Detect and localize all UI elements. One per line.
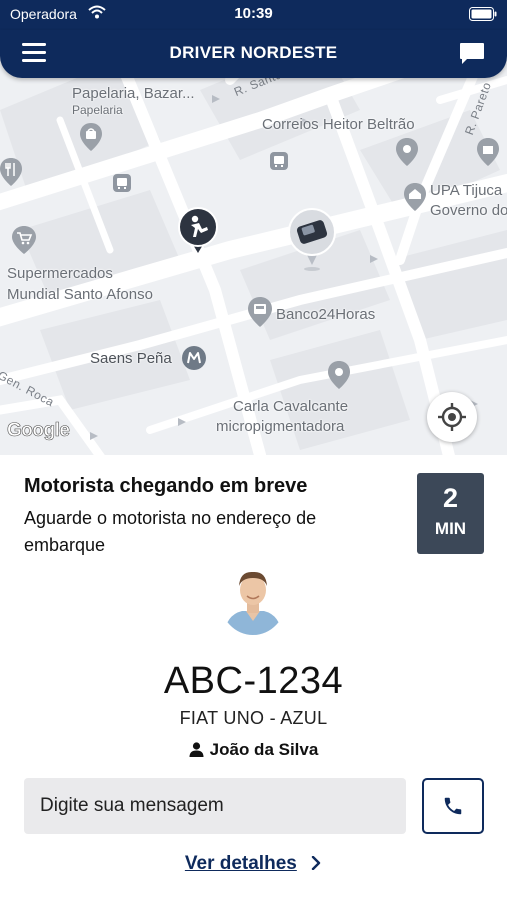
car-location-marker — [288, 208, 336, 271]
map-label-saens-pena: Saens Peña — [90, 350, 172, 367]
bus-stop-icon — [270, 152, 288, 170]
map-label-papelaria: Papelaria, Bazar... — [72, 85, 195, 102]
app-title: DRIVER NORDESTE — [169, 43, 338, 62]
map-label-upa: UPA Tijuca — [430, 182, 503, 199]
vehicle-model: FIAT UNO - AZUL — [179, 708, 328, 728]
vehicle-plate: ABC-1234 — [163, 660, 344, 702]
eta-value: 2 — [442, 483, 459, 513]
driver-avatar — [220, 565, 286, 635]
trip-status-title: Motorista chegando em breve — [24, 475, 308, 497]
bus-stop-icon — [113, 174, 131, 192]
eta-badge: 2 MIN — [417, 473, 484, 554]
recenter-location-button[interactable] — [427, 392, 477, 442]
call-driver-button[interactable] — [422, 778, 484, 834]
status-bar: Operadora 10:39 — [0, 0, 507, 30]
shopping-cart-pin-icon — [12, 226, 36, 254]
passenger-location-marker — [178, 207, 218, 253]
government-pin-icon — [477, 138, 499, 166]
shopping-bag-pin-icon — [80, 123, 102, 151]
map-label-banco: Banco24Horas — [276, 306, 376, 323]
map-label-papelaria-category: Papelaria — [72, 103, 123, 117]
phone-icon — [444, 797, 462, 815]
view-details-link[interactable]: Ver detalhes — [0, 853, 507, 875]
trip-status-subtitle: Aguarde o motorista no endereço de embar… — [24, 508, 317, 555]
crosshair-icon — [438, 403, 466, 431]
message-input[interactable] — [24, 778, 406, 834]
app-header: DRIVER NORDESTE — [0, 30, 507, 78]
person-icon — [189, 742, 204, 757]
hospital-pin-icon — [404, 183, 426, 211]
map-label-supermercados: Supermercados — [7, 265, 113, 282]
map-label-governo: Governo do — [430, 202, 507, 219]
driver-name-row: João da Silva — [0, 740, 507, 760]
map-label-correios: Correios Heitor Beltrão — [262, 116, 415, 133]
chevron-right-icon — [311, 856, 321, 870]
status-time: 10:39 — [234, 5, 273, 22]
battery-icon — [469, 7, 497, 21]
google-logo: Google — [7, 420, 71, 442]
chat-bubble-icon[interactable] — [459, 41, 485, 67]
restaurant-pin-icon — [0, 158, 22, 186]
map-label-mundial: Mundial Santo Afonso — [7, 286, 153, 303]
view-details-label: Ver detalhes — [184, 853, 297, 874]
driver-name: João da Silva — [209, 740, 319, 759]
location-pin-icon — [328, 361, 350, 389]
map-label-carla: Carla Cavalcante — [233, 398, 349, 415]
atm-pin-icon — [248, 297, 272, 327]
map-label-micropigmentadora: micropigmentadora — [216, 418, 345, 435]
eta-unit: MIN — [434, 519, 467, 538]
location-pin-icon — [396, 138, 418, 166]
metro-station-icon — [182, 346, 206, 370]
